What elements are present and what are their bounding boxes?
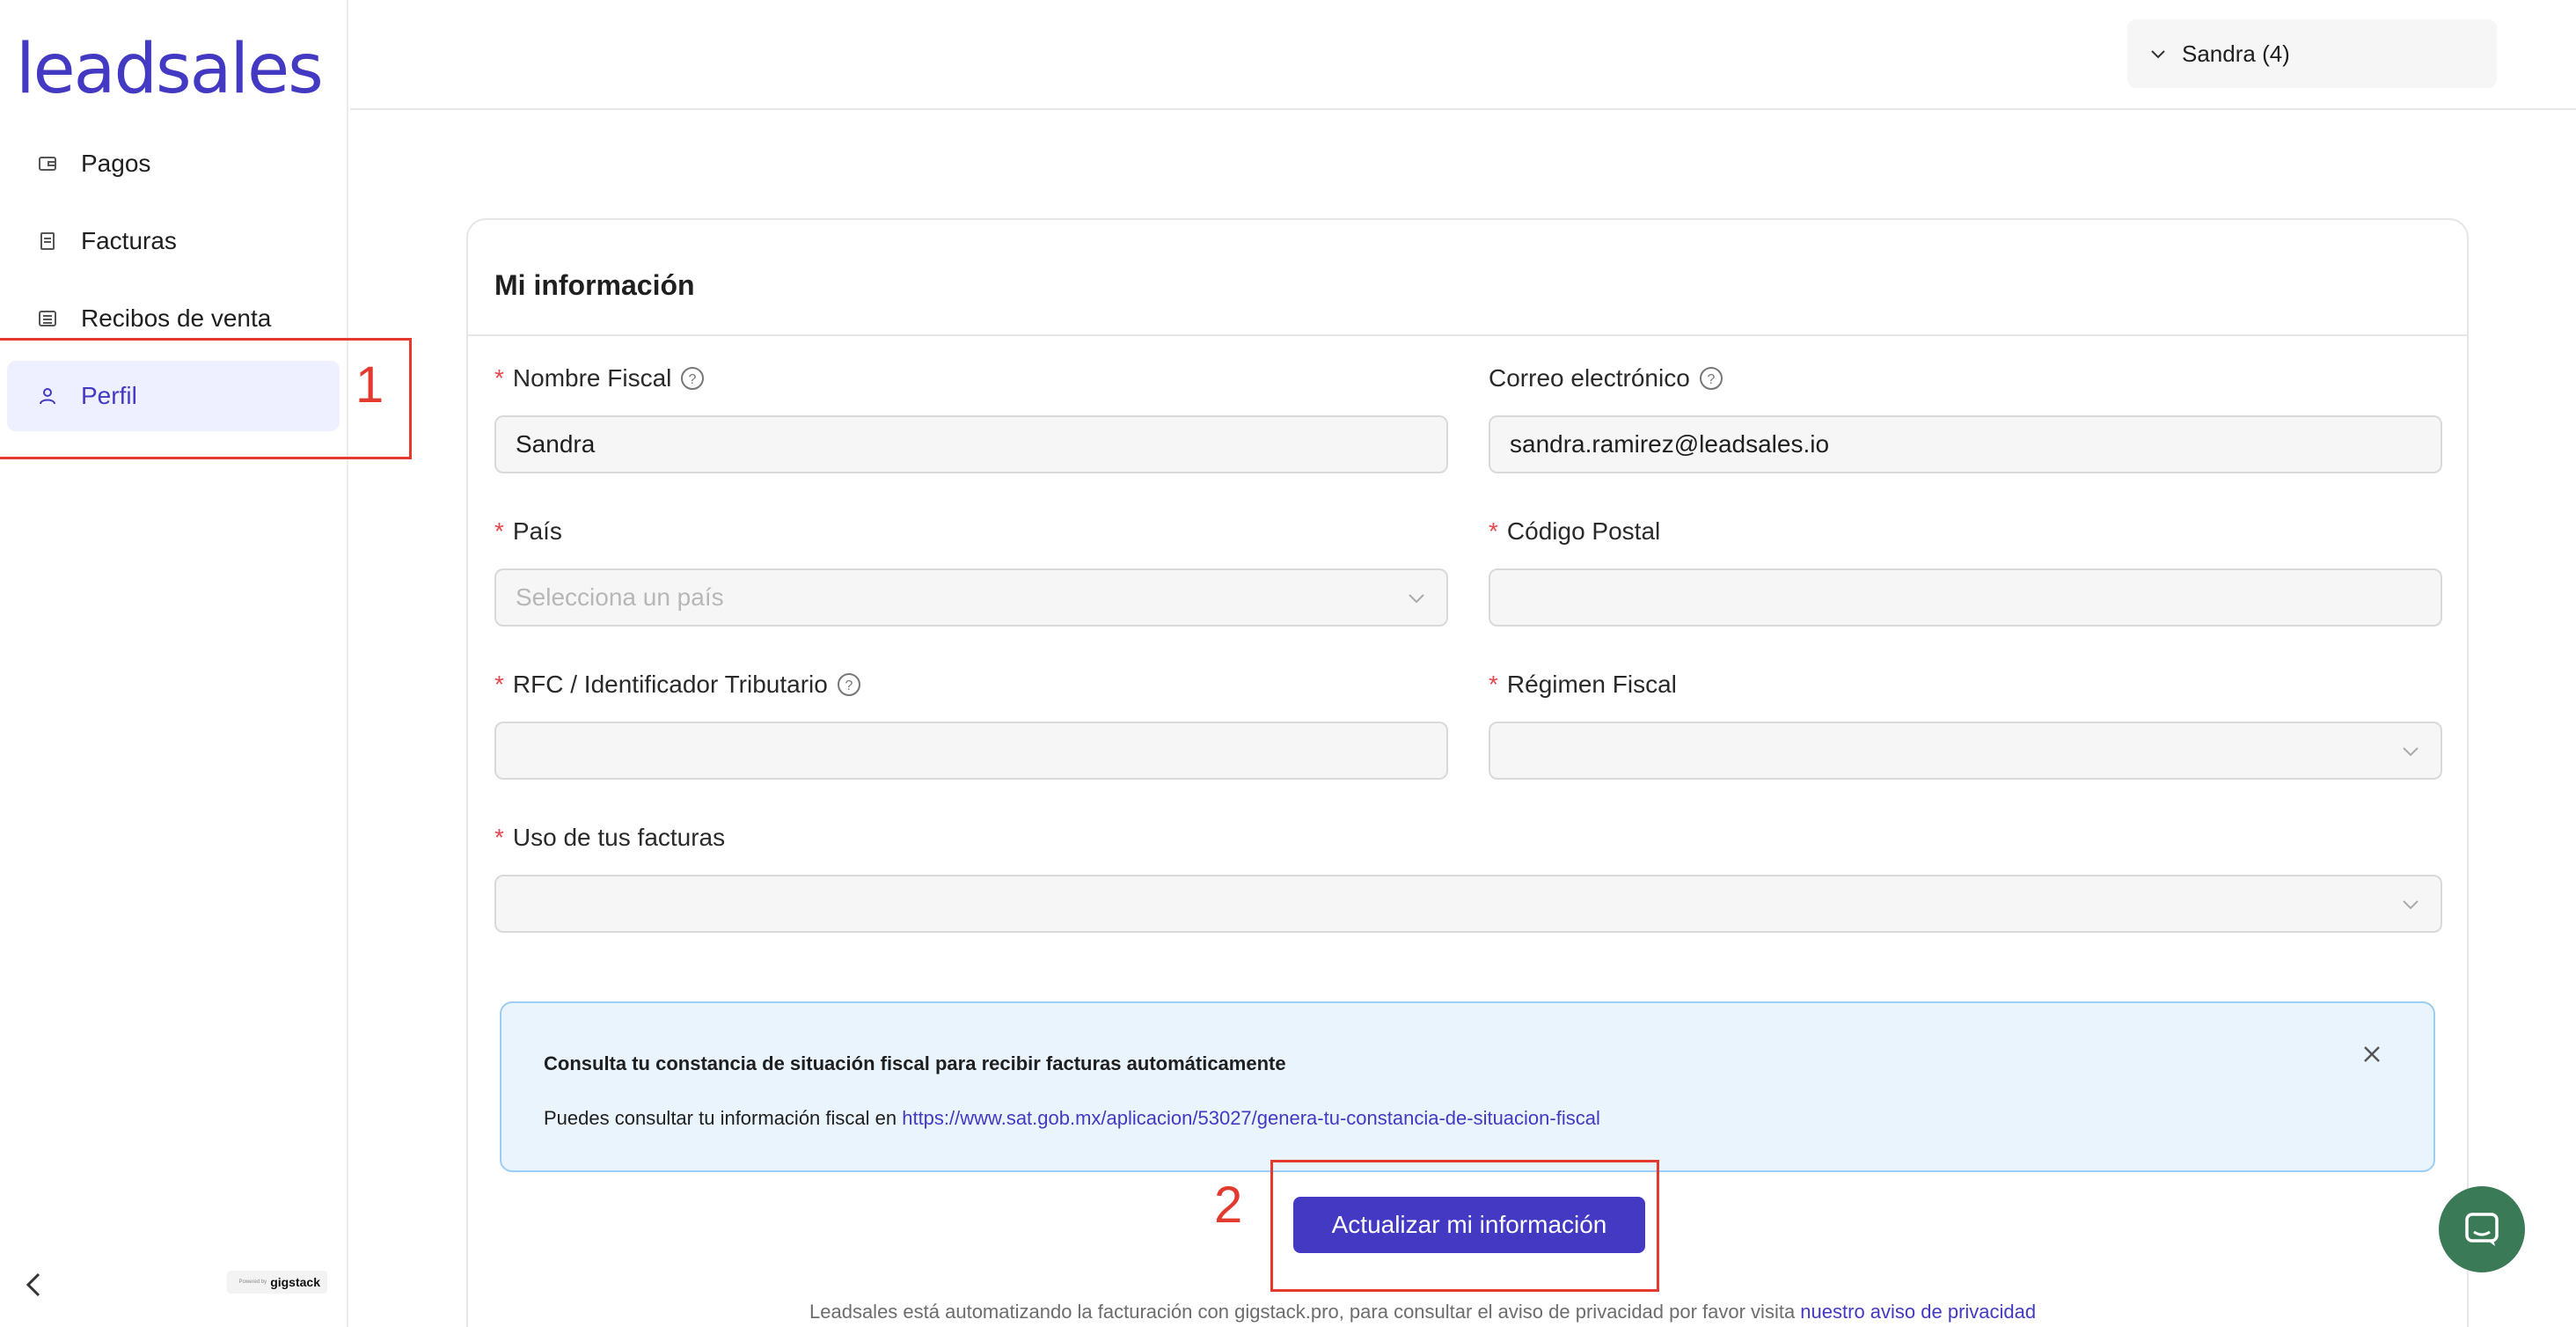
collapse-sidebar-button[interactable] <box>21 1267 48 1302</box>
correo-label: Correo electrónico ? <box>1489 364 1723 392</box>
regimen-label: * Régimen Fiscal <box>1489 671 1677 698</box>
card-title: Mi información <box>494 269 695 301</box>
gigstack-logo: gigstack <box>270 1275 320 1289</box>
help-icon[interactable]: ? <box>837 672 861 697</box>
powered-by-label: Powered by <box>238 1279 267 1285</box>
codigo-postal-label: * Código Postal <box>1489 517 1661 545</box>
info-alert: Consulta tu constancia de situación fisc… <box>500 1001 2435 1172</box>
pais-select[interactable]: Selecciona un país <box>494 568 1448 627</box>
chevron-down-icon <box>2400 741 2421 762</box>
sidebar-item-label: Pagos <box>81 150 151 177</box>
svg-text:?: ? <box>845 678 853 693</box>
chat-icon <box>2465 1213 2499 1246</box>
list-icon <box>37 308 58 329</box>
svg-text:?: ? <box>1707 372 1715 387</box>
alert-body: Puedes consultar tu información fiscal e… <box>544 1107 1600 1129</box>
user-name: Sandra (4) <box>2182 40 2290 67</box>
sat-link[interactable]: https://www.sat.gob.mx/aplicacion/53027/… <box>902 1107 1600 1129</box>
annotation-number-2: 2 <box>1214 1177 1243 1234</box>
card-divider <box>468 334 2467 336</box>
uso-select[interactable] <box>494 875 2442 933</box>
uso-label: * Uso de tus facturas <box>494 824 726 851</box>
annotation-box-1 <box>0 338 412 459</box>
powered-by-gigstack: Powered by gigstack <box>227 1271 327 1294</box>
svg-text:?: ? <box>689 372 697 387</box>
alert-title: Consulta tu constancia de situación fisc… <box>544 1052 1286 1074</box>
sidebar-item-label: Facturas <box>81 227 177 254</box>
sidebar-item-label: Recibos de venta <box>81 304 272 332</box>
user-dropdown[interactable]: Sandra (4) <box>2127 19 2497 88</box>
wallet-icon <box>37 153 58 174</box>
regimen-select[interactable] <box>1489 722 2442 780</box>
privacy-link[interactable]: nuestro aviso de privacidad <box>1800 1301 2036 1323</box>
help-icon[interactable]: ? <box>680 366 705 391</box>
sidebar-item-facturas[interactable]: Facturas <box>7 206 340 276</box>
help-icon[interactable]: ? <box>1699 366 1723 391</box>
rfc-input[interactable] <box>494 722 1448 780</box>
annotation-box-2 <box>1270 1160 1659 1292</box>
chat-support-button[interactable] <box>2439 1186 2525 1272</box>
codigo-postal-input[interactable] <box>1489 568 2442 627</box>
sidebar: leadsales Pagos Facturas Recibos de vent… <box>0 0 348 1327</box>
receipt-icon <box>37 231 58 252</box>
leadsales-logo[interactable]: leadsales <box>16 30 324 109</box>
nombre-fiscal-label: * Nombre Fiscal ? <box>494 364 705 392</box>
chevron-down-icon <box>2400 894 2421 915</box>
nombre-fiscal-input[interactable]: Sandra <box>494 415 1448 473</box>
pais-placeholder: Selecciona un país <box>516 583 724 611</box>
chevron-left-icon <box>26 1272 40 1297</box>
privacy-footer: Leadsales está automatizando la facturac… <box>809 1301 2037 1323</box>
chevron-down-icon <box>1406 588 1427 609</box>
chevron-down-icon <box>2148 44 2168 63</box>
close-icon[interactable] <box>2360 1042 2384 1067</box>
annotation-number-1: 1 <box>355 356 384 414</box>
email-field[interactable]: sandra.ramirez@leadsales.io <box>1489 415 2442 473</box>
pais-label: * País <box>494 517 562 545</box>
sidebar-item-pagos[interactable]: Pagos <box>7 128 340 199</box>
rfc-label: * RFC / Identificador Tributario ? <box>494 671 861 699</box>
